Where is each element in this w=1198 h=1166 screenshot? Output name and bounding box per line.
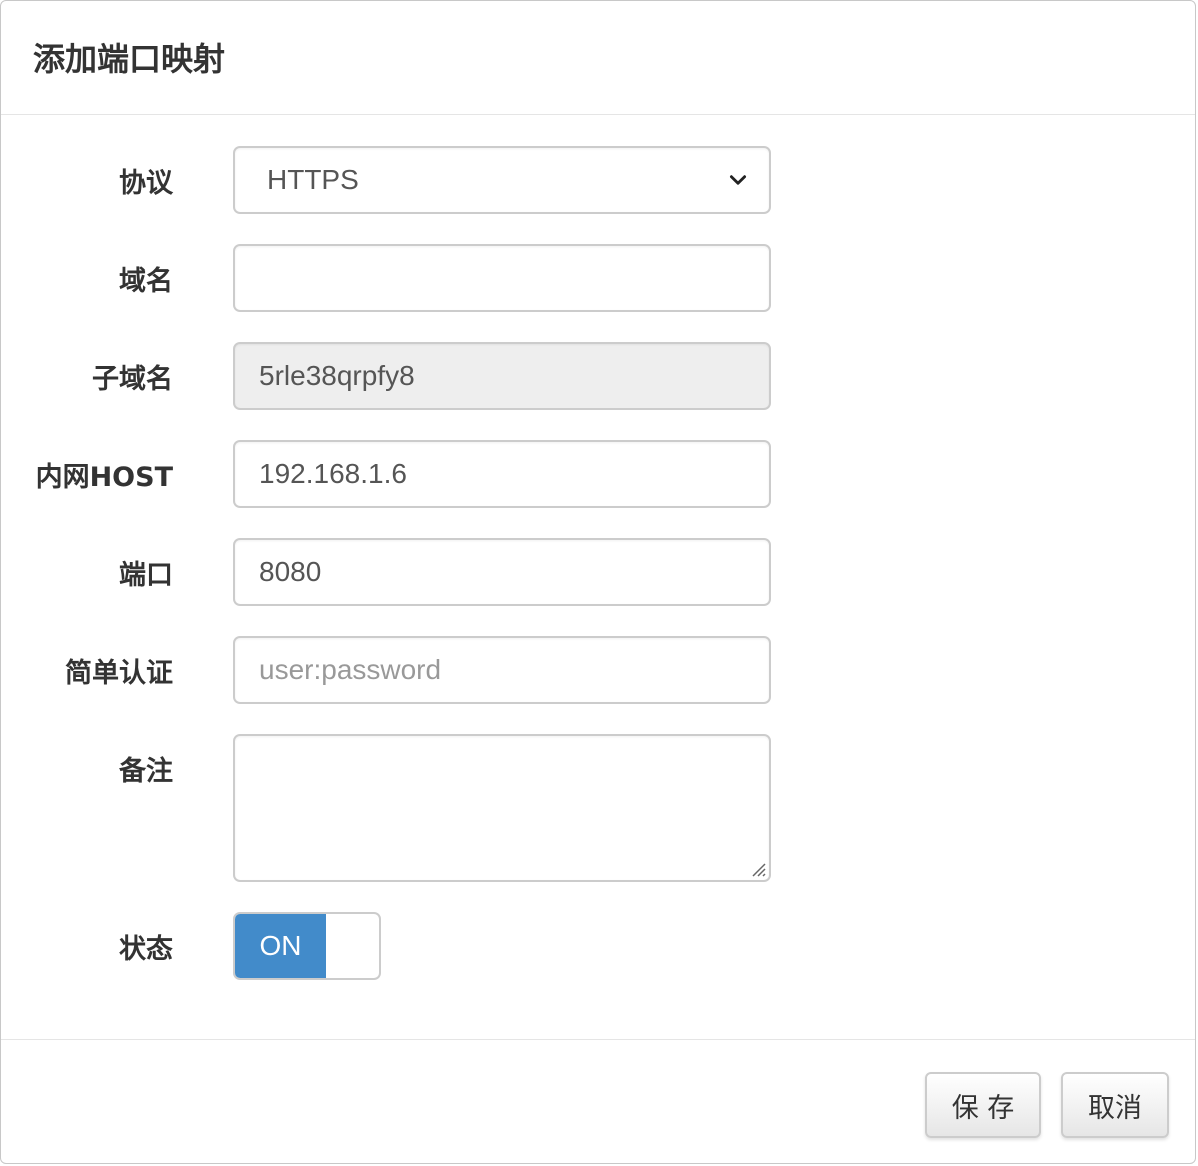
remark-textarea[interactable]	[233, 734, 771, 882]
remark-label: 备注	[119, 755, 173, 787]
chevron-down-icon	[729, 175, 747, 185]
protocol-label: 协议	[119, 167, 173, 199]
modal-title: 添加端口映射	[33, 40, 226, 78]
cancel-button[interactable]: 取消	[1061, 1072, 1169, 1138]
protocol-selected-value: HTTPS	[267, 164, 359, 195]
basic-auth-label: 简单认证	[65, 657, 173, 689]
basic-auth-input[interactable]: user:password	[233, 636, 771, 704]
port-label: 端口	[119, 559, 173, 591]
domain-input[interactable]	[233, 244, 771, 312]
subdomain-input: 5rle38qrpfy8	[233, 342, 771, 410]
status-toggle[interactable]: ON	[233, 912, 381, 980]
basic-auth-placeholder: user:password	[259, 654, 442, 685]
resize-grip-icon[interactable]	[749, 860, 767, 878]
subdomain-label: 子域名	[92, 363, 173, 395]
port-mapping-dialog: 添加端口映射 协议 HTTPS 域名 子域名 5rle38qrpfy8 内网HO…	[0, 0, 1196, 1164]
status-label: 状态	[119, 933, 173, 965]
save-button[interactable]: 保 存	[925, 1072, 1041, 1138]
modal-header: 添加端口映射	[1, 1, 1195, 115]
modal-footer: 保 存 取消	[1, 1039, 1195, 1163]
domain-label: 域名	[119, 265, 173, 297]
status-toggle-on: ON	[235, 914, 326, 978]
lan-host-label: 内网HOST	[35, 461, 173, 493]
port-input[interactable]: 8080	[233, 538, 771, 606]
lan-host-input[interactable]: 192.168.1.6	[233, 440, 771, 508]
protocol-select[interactable]: HTTPS	[233, 146, 771, 214]
